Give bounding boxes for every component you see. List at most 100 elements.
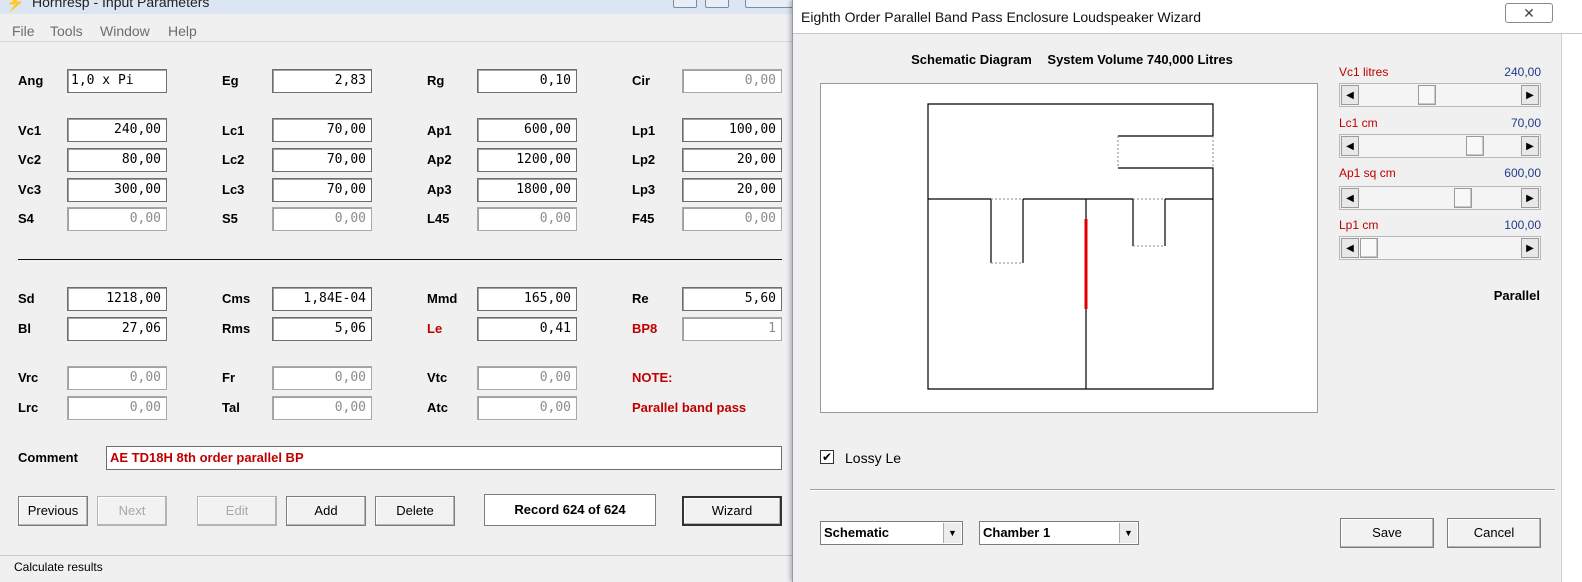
f45-label: F45	[632, 211, 655, 226]
edit-button[interactable]: Edit	[197, 496, 277, 526]
next-button[interactable]: Next	[97, 496, 167, 526]
lc2-field[interactable]: 70,00	[272, 148, 372, 172]
vtc-field[interactable]: 0,00	[477, 366, 577, 390]
le-field[interactable]: 0,41	[477, 317, 577, 341]
slider-lp1-thumb[interactable]	[1360, 238, 1378, 258]
lc3-field[interactable]: 70,00	[272, 178, 372, 202]
slider-vc1-thumb[interactable]	[1418, 85, 1436, 105]
diagram-heading: Schematic Diagram System Volume 740,000 …	[793, 52, 1351, 67]
left-arrow-icon[interactable]: ◀	[1341, 238, 1359, 258]
vc1-field[interactable]: 240,00	[67, 118, 167, 142]
atc-field[interactable]: 0,00	[477, 396, 577, 420]
right-arrow-icon[interactable]: ▶	[1521, 238, 1539, 258]
ang-label: Ang	[18, 73, 44, 88]
eg-field[interactable]: 2,83	[272, 69, 372, 93]
menu-bar: File Tools Window Help	[0, 20, 800, 42]
lp1-field[interactable]: 100,00	[682, 118, 782, 142]
re-field[interactable]: 5,60	[682, 287, 782, 311]
chevron-down-icon[interactable]: ▼	[943, 523, 961, 543]
slider-lc1-label: Lc1 cm	[1339, 116, 1378, 130]
lc1-field[interactable]: 70,00	[272, 118, 372, 142]
menu-help[interactable]: Help	[168, 23, 197, 39]
lp2-field[interactable]: 20,00	[682, 148, 782, 172]
ap2-field[interactable]: 1200,00	[477, 148, 577, 172]
rms-field[interactable]: 5,06	[272, 317, 372, 341]
lrc-field[interactable]: 0,00	[67, 396, 167, 420]
cms-field[interactable]: 1,84E-04	[272, 287, 372, 311]
enclosure-side-outline	[927, 167, 1214, 390]
right-arrow-icon[interactable]: ▶	[1521, 136, 1539, 156]
bl-field[interactable]: 27,06	[67, 317, 167, 341]
save-button[interactable]: Save	[1340, 518, 1434, 548]
bl-label: Bl	[18, 321, 31, 336]
chamber-select[interactable]: Chamber 1 ▼	[979, 521, 1139, 545]
sd-field[interactable]: 1218,00	[67, 287, 167, 311]
cancel-button[interactable]: Cancel	[1447, 518, 1541, 548]
slider-ap1-label: Ap1 sq cm	[1339, 166, 1396, 180]
s5-field[interactable]: 0,00	[272, 207, 372, 231]
ap1-field[interactable]: 600,00	[477, 118, 577, 142]
status-text: Calculate results	[14, 560, 103, 574]
note-label: NOTE:	[632, 370, 673, 385]
maximize-button[interactable]	[705, 0, 729, 8]
cms-label: Cms	[222, 291, 251, 306]
section-divider	[18, 259, 782, 260]
lp1-label: Lp1	[632, 123, 656, 138]
mmd-label: Mmd	[427, 291, 458, 306]
chevron-down-icon[interactable]: ▼	[1119, 523, 1137, 543]
f45-field[interactable]: 0,00	[682, 207, 782, 231]
vc1-label: Vc1	[18, 123, 42, 138]
slider-ap1[interactable]: ◀ ▶	[1339, 186, 1541, 210]
slider-ap1-thumb[interactable]	[1454, 188, 1472, 208]
lossy-le-checkbox[interactable]: ✔	[820, 450, 834, 464]
chamber-select-value: Chamber 1	[983, 525, 1051, 540]
vc3-field[interactable]: 300,00	[67, 178, 167, 202]
previous-button[interactable]: Previous	[18, 496, 88, 526]
ap3-field[interactable]: 1800,00	[477, 178, 577, 202]
lp2-label: Lp2	[632, 152, 656, 167]
s4-field[interactable]: 0,00	[67, 207, 167, 231]
slider-vc1[interactable]: ◀ ▶	[1339, 83, 1541, 107]
lossy-le-label[interactable]: Lossy Le	[845, 450, 901, 466]
lp3-field[interactable]: 20,00	[682, 178, 782, 202]
comment-field[interactable]: AE TD18H 8th order parallel BP	[106, 446, 782, 470]
wizard-button[interactable]: Wizard	[682, 496, 782, 526]
vc2-field[interactable]: 80,00	[67, 148, 167, 172]
view-select[interactable]: Schematic ▼	[820, 521, 963, 545]
wizard-close-icon[interactable]: ✕	[1505, 3, 1553, 23]
atc-label: Atc	[427, 400, 448, 415]
l45-field[interactable]: 0,00	[477, 207, 577, 231]
comment-label: Comment	[18, 450, 78, 465]
menu-window[interactable]: Window	[100, 23, 150, 39]
right-arrow-icon[interactable]: ▶	[1521, 188, 1539, 208]
minimize-button[interactable]	[673, 0, 697, 8]
vrc-field[interactable]: 0,00	[67, 366, 167, 390]
tal-label: Tal	[222, 400, 240, 415]
bp8-field[interactable]: 1	[682, 317, 782, 341]
close-button[interactable]	[745, 0, 793, 8]
left-arrow-icon[interactable]: ◀	[1341, 136, 1359, 156]
status-bar: Calculate results	[0, 555, 800, 582]
ang-field[interactable]: 1,0 x Pi	[67, 69, 167, 93]
left-arrow-icon[interactable]: ◀	[1341, 188, 1359, 208]
s4-label: S4	[18, 211, 34, 226]
mmd-field[interactable]: 165,00	[477, 287, 577, 311]
fr-field[interactable]: 0,00	[272, 366, 372, 390]
schematic-diagram	[820, 83, 1318, 413]
slider-ap1-value: 600,00	[1504, 166, 1541, 180]
rg-field[interactable]: 0,10	[477, 69, 577, 93]
right-arrow-icon[interactable]: ▶	[1521, 85, 1539, 105]
delete-button[interactable]: Delete	[375, 496, 455, 526]
slider-lp1[interactable]: ◀ ▶	[1339, 236, 1541, 260]
diagram-title: Schematic Diagram	[911, 52, 1032, 67]
lp3-label: Lp3	[632, 182, 656, 197]
tal-field[interactable]: 0,00	[272, 396, 372, 420]
left-arrow-icon[interactable]: ◀	[1341, 85, 1359, 105]
slider-lc1[interactable]: ◀ ▶	[1339, 134, 1541, 158]
menu-file[interactable]: File	[12, 23, 35, 39]
add-button[interactable]: Add	[286, 496, 366, 526]
menu-tools[interactable]: Tools	[50, 23, 83, 39]
wizard-divider	[810, 489, 1555, 490]
slider-lc1-thumb[interactable]	[1466, 136, 1484, 156]
cir-field[interactable]: 0,00	[682, 69, 782, 93]
